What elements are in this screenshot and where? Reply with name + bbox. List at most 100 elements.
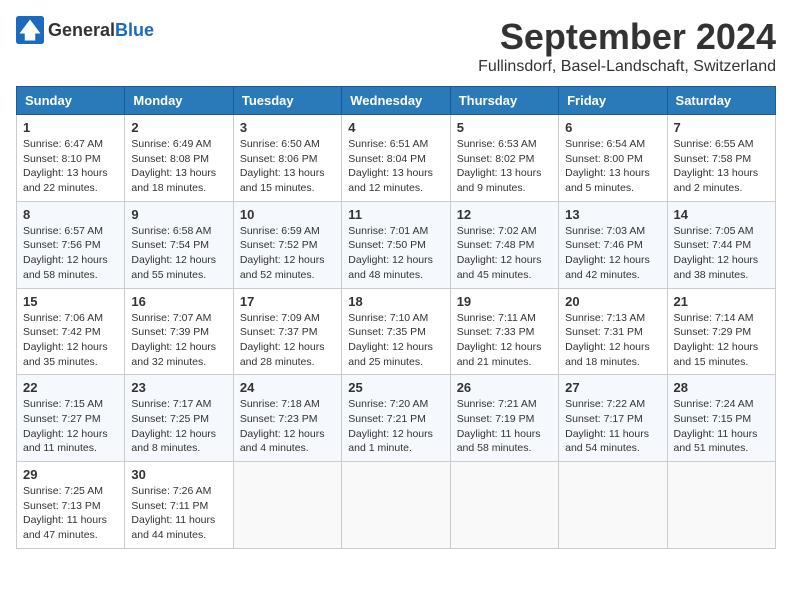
day-number: 15	[23, 294, 118, 309]
calendar-week-row: 15 Sunrise: 7:06 AMSunset: 7:42 PMDayligh…	[17, 288, 776, 375]
col-saturday: Saturday	[667, 87, 775, 115]
table-row: 28Sunrise: 7:24 AMSunset: 7:15 PMDayligh…	[667, 375, 775, 462]
day-info: Sunrise: 6:50 AMSunset: 8:06 PMDaylight:…	[240, 137, 335, 196]
table-row	[667, 462, 775, 549]
day-info: Sunrise: 6:54 AMSunset: 8:00 PMDaylight:…	[565, 137, 660, 196]
table-row: 20Sunrise: 7:13 AMSunset: 7:31 PMDayligh…	[559, 288, 667, 375]
day-info: Sunrise: 7:06 AMSunset: 7:42 PMDaylight:…	[23, 311, 118, 370]
day-info: Sunrise: 7:10 AMSunset: 7:35 PMDaylight:…	[348, 311, 443, 370]
day-number: 9	[131, 207, 226, 222]
day-number: 19	[457, 294, 552, 309]
day-number: 26	[457, 380, 552, 395]
day-info: Sunrise: 7:14 AMSunset: 7:29 PMDaylight:…	[674, 311, 769, 370]
table-row: 26 Sunrise: 7:21 AMSunset: 7:19 PMDayligh…	[450, 375, 558, 462]
title-area: September 2024 Fullinsdorf, Basel-Landsc…	[478, 16, 776, 76]
day-number: 20	[565, 294, 660, 309]
col-monday: Monday	[125, 87, 233, 115]
table-row: 6 Sunrise: 6:54 AMSunset: 8:00 PMDaylight…	[559, 115, 667, 202]
day-info: Sunrise: 7:09 AMSunset: 7:37 PMDaylight:…	[240, 311, 335, 370]
table-row	[450, 462, 558, 549]
table-row: 24 Sunrise: 7:18 AMSunset: 7:23 PMDayligh…	[233, 375, 341, 462]
day-info: Sunrise: 7:11 AMSunset: 7:33 PMDaylight:…	[457, 311, 552, 370]
table-row: 9 Sunrise: 6:58 AMSunset: 7:54 PMDaylight…	[125, 201, 233, 288]
calendar-week-row: 29 Sunrise: 7:25 AMSunset: 7:13 PMDayligh…	[17, 462, 776, 549]
day-info: Sunrise: 6:57 AMSunset: 7:56 PMDaylight:…	[23, 224, 118, 283]
calendar-header-row: Sunday Monday Tuesday Wednesday Thursday…	[17, 87, 776, 115]
table-row: 25 Sunrise: 7:20 AMSunset: 7:21 PMDayligh…	[342, 375, 450, 462]
calendar-table: Sunday Monday Tuesday Wednesday Thursday…	[16, 86, 776, 549]
day-info: Sunrise: 6:53 AMSunset: 8:02 PMDaylight:…	[457, 137, 552, 196]
day-info: Sunrise: 7:20 AMSunset: 7:21 PMDaylight:…	[348, 397, 443, 456]
day-number: 5	[457, 120, 552, 135]
day-number: 10	[240, 207, 335, 222]
table-row: 8 Sunrise: 6:57 AMSunset: 7:56 PMDaylight…	[17, 201, 125, 288]
day-info: Sunrise: 7:01 AMSunset: 7:50 PMDaylight:…	[348, 224, 443, 283]
table-row: 3 Sunrise: 6:50 AMSunset: 8:06 PMDaylight…	[233, 115, 341, 202]
day-number: 23	[131, 380, 226, 395]
table-row: 18 Sunrise: 7:10 AMSunset: 7:35 PMDayligh…	[342, 288, 450, 375]
day-info: Sunrise: 7:03 AMSunset: 7:46 PMDaylight:…	[565, 224, 660, 283]
table-row: 22 Sunrise: 7:15 AMSunset: 7:27 PMDayligh…	[17, 375, 125, 462]
day-info: Sunrise: 7:25 AMSunset: 7:13 PMDaylight:…	[23, 484, 118, 543]
month-title: September 2024	[478, 16, 776, 58]
table-row: 14Sunrise: 7:05 AMSunset: 7:44 PMDayligh…	[667, 201, 775, 288]
logo-text-blue: Blue	[115, 20, 154, 40]
day-info: Sunrise: 6:47 AMSunset: 8:10 PMDaylight:…	[23, 137, 118, 196]
day-number: 29	[23, 467, 118, 482]
day-number: 6	[565, 120, 660, 135]
day-number: 13	[565, 207, 660, 222]
day-number: 22	[23, 380, 118, 395]
logo-text-general: General	[48, 20, 115, 40]
col-thursday: Thursday	[450, 87, 558, 115]
day-number: 3	[240, 120, 335, 135]
calendar-week-row: 1Sunrise: 6:47 AMSunset: 8:10 PMDaylight…	[17, 115, 776, 202]
col-wednesday: Wednesday	[342, 87, 450, 115]
day-number: 7	[674, 120, 769, 135]
table-row: 5 Sunrise: 6:53 AMSunset: 8:02 PMDaylight…	[450, 115, 558, 202]
day-info: Sunrise: 7:22 AMSunset: 7:17 PMDaylight:…	[565, 397, 660, 456]
table-row: 1Sunrise: 6:47 AMSunset: 8:10 PMDaylight…	[17, 115, 125, 202]
day-number: 8	[23, 207, 118, 222]
day-info: Sunrise: 7:15 AMSunset: 7:27 PMDaylight:…	[23, 397, 118, 456]
day-info: Sunrise: 7:07 AMSunset: 7:39 PMDaylight:…	[131, 311, 226, 370]
day-number: 18	[348, 294, 443, 309]
col-friday: Friday	[559, 87, 667, 115]
table-row	[559, 462, 667, 549]
day-number: 17	[240, 294, 335, 309]
table-row: 12Sunrise: 7:02 AMSunset: 7:48 PMDayligh…	[450, 201, 558, 288]
table-row: 13 Sunrise: 7:03 AMSunset: 7:46 PMDayligh…	[559, 201, 667, 288]
day-number: 2	[131, 120, 226, 135]
calendar-week-row: 8 Sunrise: 6:57 AMSunset: 7:56 PMDaylight…	[17, 201, 776, 288]
day-number: 24	[240, 380, 335, 395]
day-info: Sunrise: 6:59 AMSunset: 7:52 PMDaylight:…	[240, 224, 335, 283]
table-row: 19 Sunrise: 7:11 AMSunset: 7:33 PMDayligh…	[450, 288, 558, 375]
table-row	[342, 462, 450, 549]
table-row: 17 Sunrise: 7:09 AMSunset: 7:37 PMDayligh…	[233, 288, 341, 375]
table-row: 10 Sunrise: 6:59 AMSunset: 7:52 PMDayligh…	[233, 201, 341, 288]
day-number: 14	[674, 207, 769, 222]
table-row: 15 Sunrise: 7:06 AMSunset: 7:42 PMDayligh…	[17, 288, 125, 375]
table-row: 11Sunrise: 7:01 AMSunset: 7:50 PMDayligh…	[342, 201, 450, 288]
table-row: 7 Sunrise: 6:55 AMSunset: 7:58 PMDaylight…	[667, 115, 775, 202]
day-number: 30	[131, 467, 226, 482]
day-info: Sunrise: 7:18 AMSunset: 7:23 PMDaylight:…	[240, 397, 335, 456]
logo-icon	[16, 16, 44, 44]
logo: GeneralBlue	[16, 16, 154, 44]
location: Fullinsdorf, Basel-Landschaft, Switzerla…	[478, 58, 776, 76]
day-number: 16	[131, 294, 226, 309]
day-number: 12	[457, 207, 552, 222]
day-number: 4	[348, 120, 443, 135]
table-row: 30 Sunrise: 7:26 AMSunset: 7:11 PMDayligh…	[125, 462, 233, 549]
day-number: 28	[674, 380, 769, 395]
table-row: 4 Sunrise: 6:51 AMSunset: 8:04 PMDaylight…	[342, 115, 450, 202]
day-info: Sunrise: 6:51 AMSunset: 8:04 PMDaylight:…	[348, 137, 443, 196]
day-info: Sunrise: 7:26 AMSunset: 7:11 PMDaylight:…	[131, 484, 226, 543]
day-info: Sunrise: 6:58 AMSunset: 7:54 PMDaylight:…	[131, 224, 226, 283]
day-info: Sunrise: 6:55 AMSunset: 7:58 PMDaylight:…	[674, 137, 769, 196]
table-row: 23Sunrise: 7:17 AMSunset: 7:25 PMDayligh…	[125, 375, 233, 462]
day-number: 21	[674, 294, 769, 309]
day-info: Sunrise: 7:21 AMSunset: 7:19 PMDaylight:…	[457, 397, 552, 456]
day-number: 25	[348, 380, 443, 395]
table-row: 16 Sunrise: 7:07 AMSunset: 7:39 PMDayligh…	[125, 288, 233, 375]
col-tuesday: Tuesday	[233, 87, 341, 115]
